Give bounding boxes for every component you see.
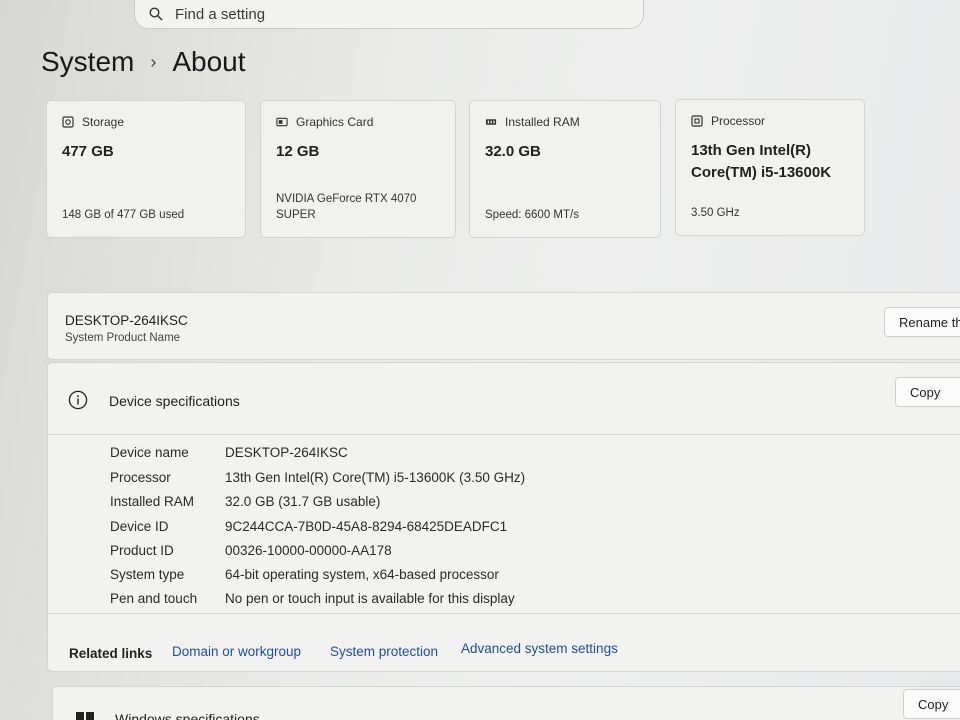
chevron-right-icon: › [150, 51, 157, 72]
spec-value: 9C244CCA-7B0D-45A8-8294-68425DEADFC1 [225, 519, 508, 534]
rename-pc-button[interactable]: Rename this PC [884, 307, 960, 337]
spec-value: 00326-10000-00000-AA178 [225, 543, 392, 558]
spec-key: Installed RAM [110, 494, 195, 509]
page-title: About [172, 46, 246, 77]
breadcrumb-parent[interactable]: System [41, 46, 134, 78]
breadcrumb: System › About [41, 46, 246, 78]
card-detail: NVIDIA GeForce RTX 4070 SUPER [276, 193, 417, 221]
related-links-label: Related links [69, 646, 153, 661]
card-value: 12 GB [276, 143, 320, 160]
copy-button[interactable]: Copy [895, 377, 960, 407]
card-label: Graphics Card [296, 115, 374, 129]
spec-value: No pen or touch input is available for t… [225, 591, 515, 606]
card-value: 32.0 GB [485, 143, 541, 160]
link-system-protection[interactable]: System protection [330, 644, 438, 659]
copy-button[interactable]: Copy [903, 689, 960, 719]
search-input[interactable]: Find a setting [175, 6, 265, 23]
device-specifications-panel: Device specifications Copy Device name DE… [47, 362, 960, 672]
spec-row: System type 64-bit operating system, x64-… [110, 567, 499, 582]
spec-key: System type [110, 567, 185, 582]
card-installed-ram[interactable]: Installed RAM 32.0 GB Speed: 6600 MT/s [469, 100, 661, 238]
spec-value: 13th Gen Intel(R) Core(TM) i5-13600K (3.… [225, 470, 526, 485]
card-value: 477 GB [62, 143, 114, 160]
card-value: 13th Gen Intel(R) Core(TM) i5-13600K [691, 142, 832, 181]
windows-specifications-panel[interactable]: Windows specifications Copy [52, 686, 960, 720]
processor-icon [691, 115, 703, 127]
spec-key: Device name [110, 445, 189, 460]
spec-row: Installed RAM 32.0 GB (31.7 GB usable) [110, 494, 380, 509]
device-specifications-header[interactable]: Device specifications Copy [48, 363, 960, 435]
search-box[interactable]: Find a setting [134, 0, 644, 29]
info-icon [68, 390, 88, 410]
graphics-card-icon [276, 116, 288, 128]
spec-row: Pen and touch No pen or touch input is av… [110, 591, 515, 606]
card-label: Storage [82, 115, 125, 129]
spec-row: Product ID 00326-10000-00000-AA178 [110, 543, 392, 558]
section-title: Device specifications [109, 393, 240, 409]
spec-value: 64-bit operating system, x64-based proce… [225, 567, 499, 582]
spec-key: Product ID [110, 543, 174, 558]
storage-icon [62, 116, 74, 128]
device-name: DESKTOP-264IKSC [65, 313, 188, 328]
card-detail: 3.50 GHz [691, 207, 740, 219]
spec-key: Pen and touch [110, 591, 198, 606]
ram-icon [485, 116, 497, 128]
spec-key: Device ID [110, 519, 169, 534]
section-title: Windows specifications [115, 711, 260, 720]
card-storage[interactable]: Storage 477 GB 148 GB of 477 GB used [46, 100, 246, 238]
device-subtitle: System Product Name [65, 332, 181, 344]
card-processor[interactable]: Processor 13th Gen Intel(R) Core(TM) i5-… [675, 99, 865, 236]
link-advanced-system-settings[interactable]: Advanced system settings [461, 641, 618, 656]
spec-row: Device name DESKTOP-264IKSC [110, 445, 348, 460]
spec-row: Processor 13th Gen Intel(R) Core(TM) i5-1… [110, 470, 525, 485]
related-links-row: Related links Domain or workgroup System… [48, 613, 960, 671]
device-name-panel: DESKTOP-264IKSC System Product Name Rena… [47, 292, 960, 360]
card-label: Installed RAM [505, 115, 580, 129]
windows-logo-icon [75, 711, 95, 720]
search-icon [147, 5, 165, 23]
spec-value: DESKTOP-264IKSC [225, 445, 348, 460]
card-graphics-card[interactable]: Graphics Card 12 GB NVIDIA GeForce RTX 4… [260, 100, 456, 238]
spec-key: Processor [110, 470, 171, 485]
card-label: Processor [711, 114, 766, 128]
spec-row: Device ID 9C244CCA-7B0D-45A8-8294-68425DE… [110, 519, 507, 534]
spec-value: 32.0 GB (31.7 GB usable) [225, 494, 381, 509]
card-detail: Speed: 6600 MT/s [485, 209, 579, 221]
card-detail: 148 GB of 477 GB used [62, 209, 185, 221]
link-domain-workgroup[interactable]: Domain or workgroup [172, 644, 301, 659]
